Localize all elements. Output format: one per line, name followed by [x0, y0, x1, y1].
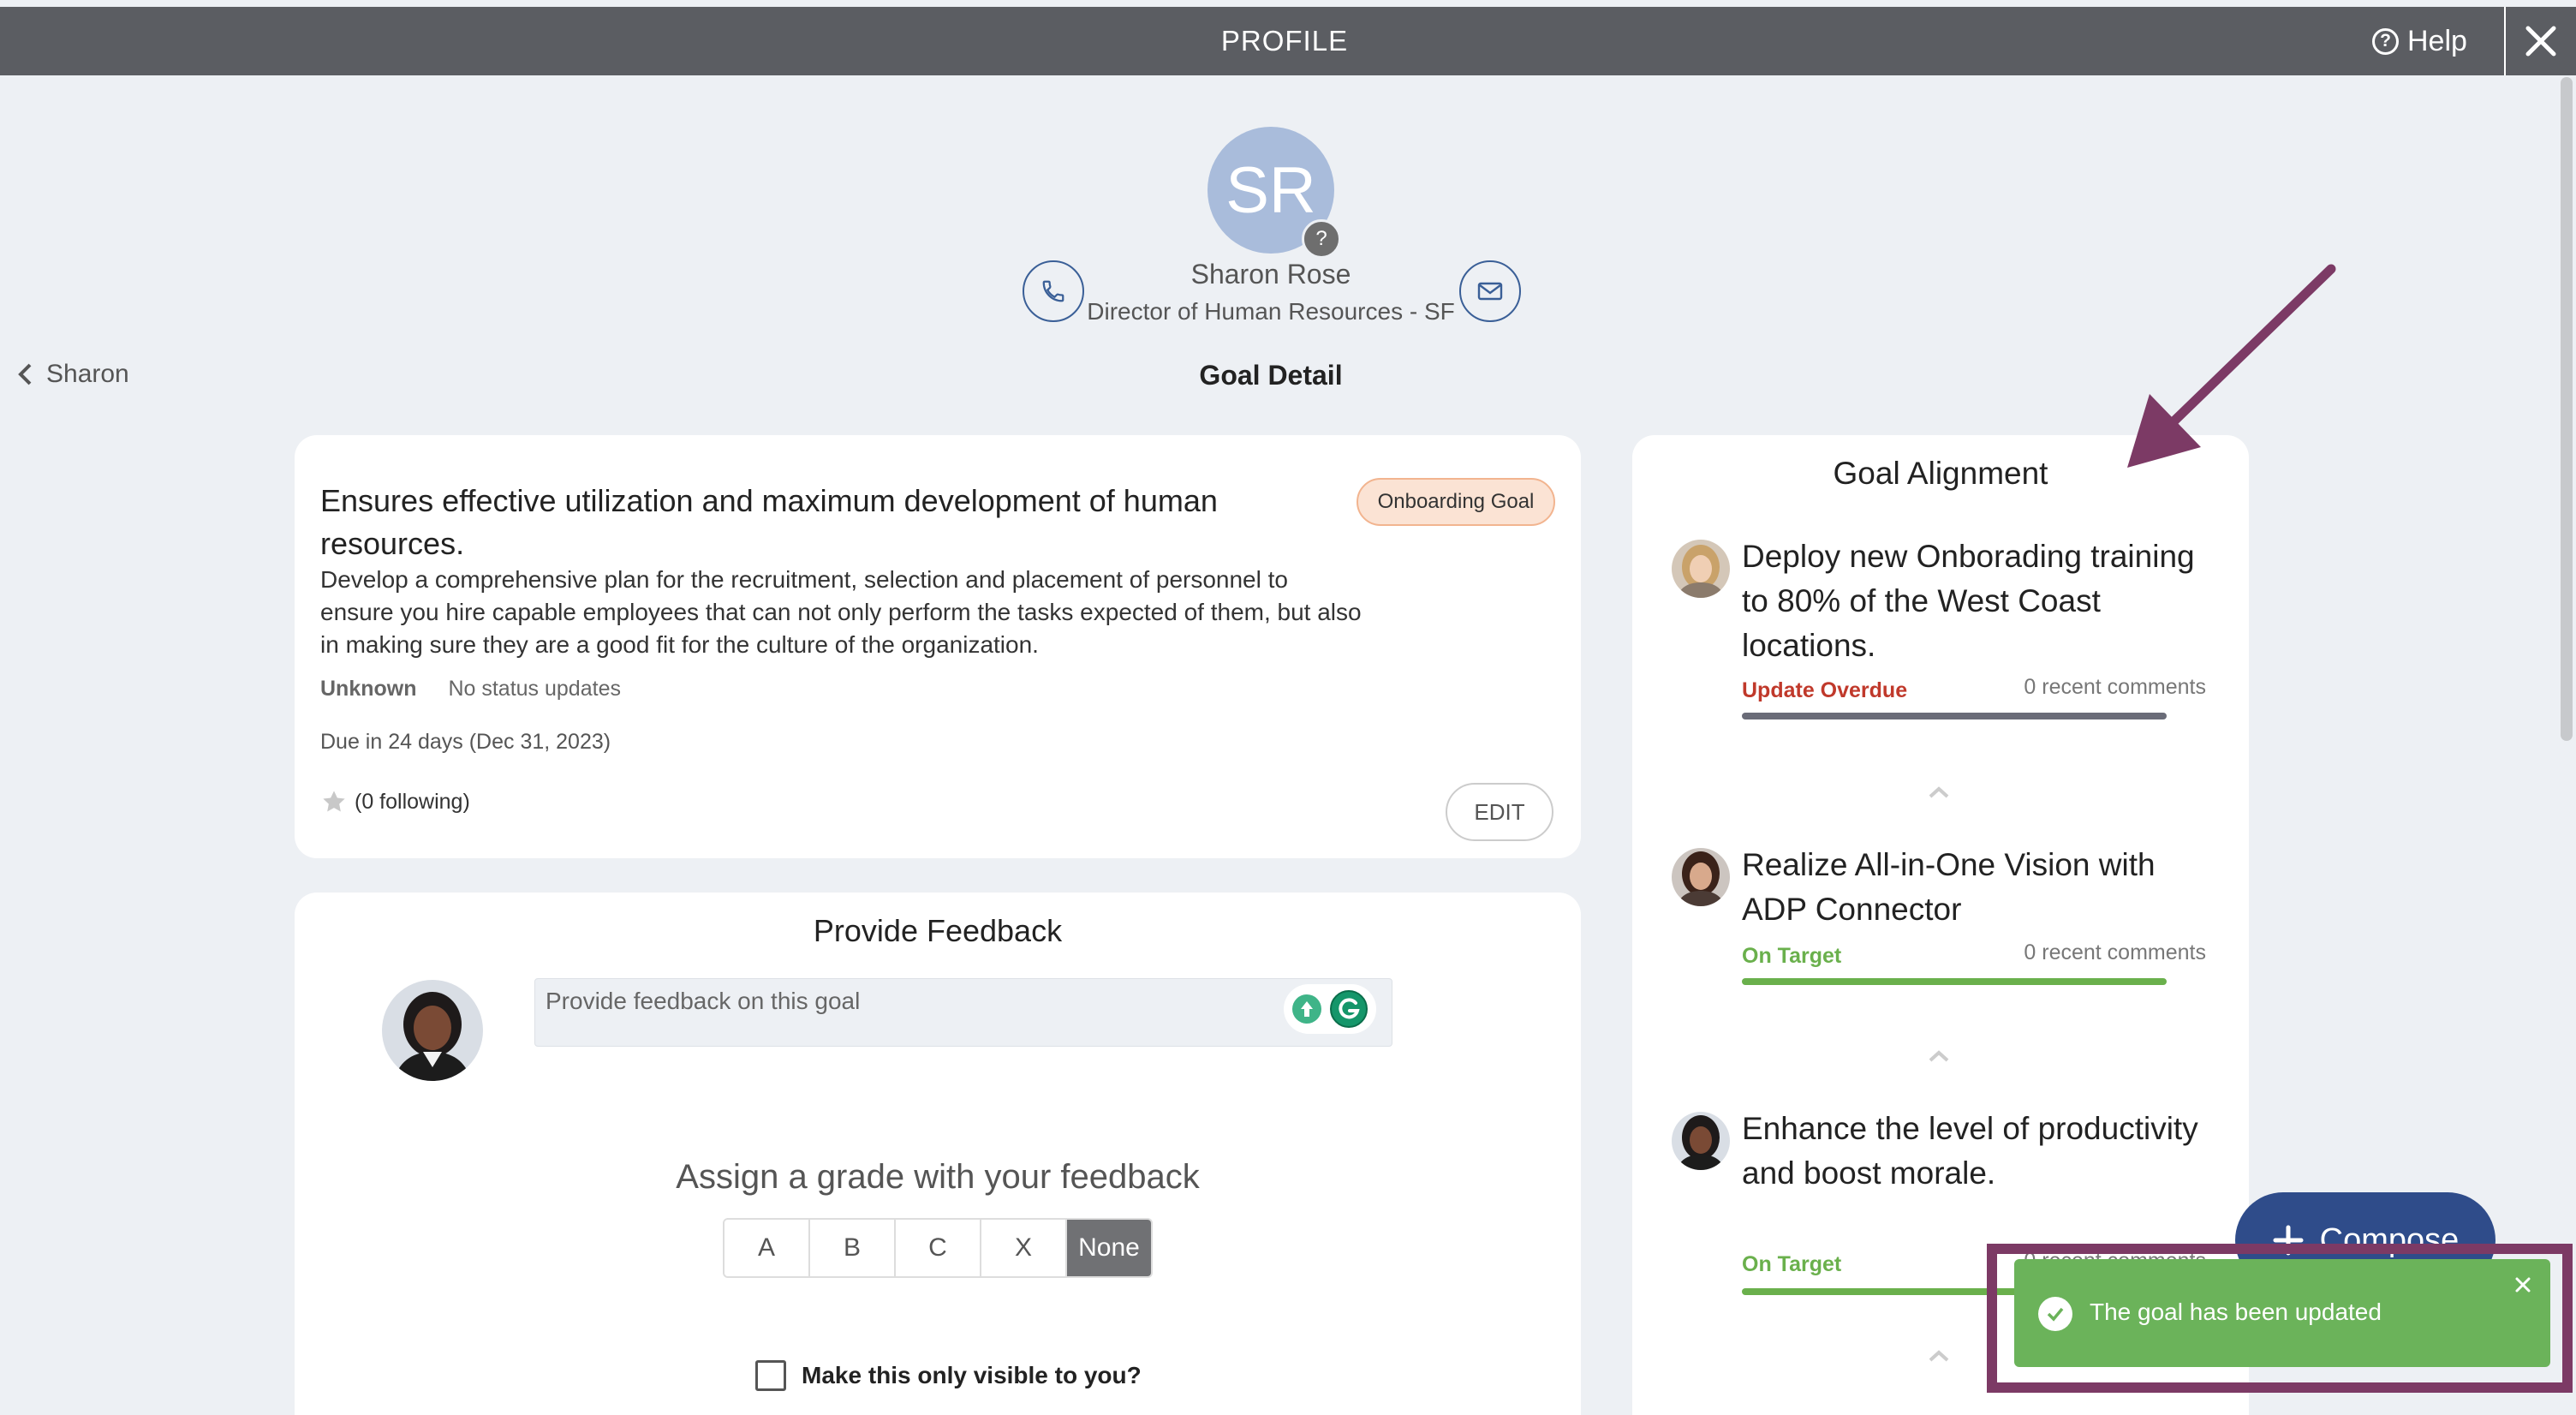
aligned-goal-progress-bar — [1742, 713, 2167, 719]
goal-status-row: Unknown No status updates — [320, 677, 621, 702]
close-icon — [2525, 26, 2556, 57]
goal-card: Ensures effective utilization and maximu… — [295, 435, 1581, 858]
goal-title: Ensures effective utilization and maximu… — [320, 483, 1218, 561]
star-icon[interactable] — [320, 788, 348, 815]
goal-owner-avatar — [1672, 848, 1730, 906]
grade-c-button[interactable]: C — [896, 1220, 981, 1276]
private-checkbox[interactable] — [755, 1360, 786, 1391]
alignment-connector-chevron[interactable] — [1922, 1043, 1956, 1069]
edit-button[interactable]: EDIT — [1446, 783, 1553, 841]
top-bar: PROFILE ? Help — [0, 7, 2576, 75]
chevron-up-icon — [1929, 786, 1949, 798]
aligned-goal-comments[interactable]: 0 recent comments — [2024, 940, 2206, 965]
follow-toggle[interactable]: (0 following) — [320, 788, 470, 815]
mail-icon — [1477, 282, 1503, 301]
aligned-goal-title[interactable]: Enhance the level of productivity and bo… — [1742, 1107, 2204, 1196]
goal-owner-avatar — [1672, 540, 1730, 598]
alignment-connector-chevron[interactable] — [1922, 1343, 1956, 1369]
grade-b-button[interactable]: B — [810, 1220, 896, 1276]
current-user-avatar — [382, 980, 483, 1081]
aligned-goal-status: Update Overdue — [1742, 678, 1908, 702]
check-icon — [2038, 1297, 2072, 1331]
goal-status: Unknown — [320, 677, 417, 701]
aligned-goal-progress-bar — [1742, 978, 2167, 985]
lightbulb-icon[interactable] — [1291, 994, 1322, 1024]
feedback-title: Provide Feedback — [813, 913, 1063, 948]
goal-due-date: Due in 24 days (Dec 31, 2023) — [320, 730, 611, 754]
aligned-goal-status: On Target — [1742, 1252, 1842, 1276]
grade-x-button[interactable]: X — [981, 1220, 1067, 1276]
phone-button[interactable] — [1023, 260, 1084, 322]
alignment-connector-chevron[interactable] — [1922, 779, 1956, 805]
page-title: Goal Detail — [1199, 360, 1343, 391]
following-count: (0 following) — [355, 789, 470, 814]
phone-icon — [1042, 280, 1064, 302]
window-title: PROFILE — [1220, 25, 1349, 57]
toast-message: The goal has been updated — [2090, 1299, 2382, 1325]
private-option[interactable]: Make this only visible to you? — [755, 1360, 1142, 1391]
toast-close-icon[interactable] — [2509, 1271, 2537, 1299]
aligned-goal-status: On Target — [1742, 944, 1842, 968]
chevron-up-icon — [1929, 1050, 1949, 1062]
profile-name: Sharon Rose — [1190, 259, 1351, 290]
close-button[interactable] — [2506, 7, 2576, 75]
avatar-help-badge[interactable]: ? — [1302, 219, 1341, 259]
goal-status-updates: No status updates — [448, 677, 621, 701]
goal-owner-avatar — [1672, 1112, 1730, 1170]
grade-a-button[interactable]: A — [724, 1220, 810, 1276]
grade-title: Assign a grade with your feedback — [676, 1158, 1200, 1196]
grade-selector: A B C X None — [723, 1218, 1153, 1278]
feedback-placeholder: Provide feedback on this goal — [546, 988, 861, 1014]
back-link-label: Sharon — [46, 360, 129, 388]
goal-description: Develop a comprehensive plan for the rec… — [320, 566, 1362, 658]
private-label: Make this only visible to you? — [802, 1362, 1142, 1388]
grammarly-icon[interactable] — [1329, 989, 1368, 1029]
feedback-input[interactable]: Provide feedback on this goal — [534, 978, 1392, 1047]
input-tools — [1284, 984, 1376, 1034]
annotation-arrow — [2127, 264, 2336, 468]
chevron-up-icon — [1929, 1350, 1949, 1362]
success-toast: The goal has been updated — [2014, 1259, 2550, 1367]
grade-none-button[interactable]: None — [1067, 1220, 1151, 1276]
help-button[interactable]: ? Help — [2372, 7, 2467, 75]
chevron-left-icon — [18, 363, 32, 385]
aligned-goal-title[interactable]: Deploy new Onborading training to 80% of… — [1742, 534, 2204, 668]
scrollbar[interactable] — [2561, 77, 2573, 741]
profile-role: Director of Human Resources - SF — [1087, 298, 1455, 325]
back-link[interactable]: Sharon — [17, 360, 129, 389]
feedback-card: Provide Feedback Provide feedback on thi… — [295, 893, 1581, 1415]
help-icon: ? — [2372, 27, 2399, 55]
goal-type-badge: Onboarding Goal — [1357, 478, 1555, 526]
aligned-goal-title[interactable]: Realize All-in-One Vision with ADP Conne… — [1742, 843, 2204, 932]
aligned-goal-comments[interactable]: 0 recent comments — [2024, 675, 2206, 700]
help-label: Help — [2407, 24, 2467, 57]
email-button[interactable] — [1459, 260, 1521, 322]
